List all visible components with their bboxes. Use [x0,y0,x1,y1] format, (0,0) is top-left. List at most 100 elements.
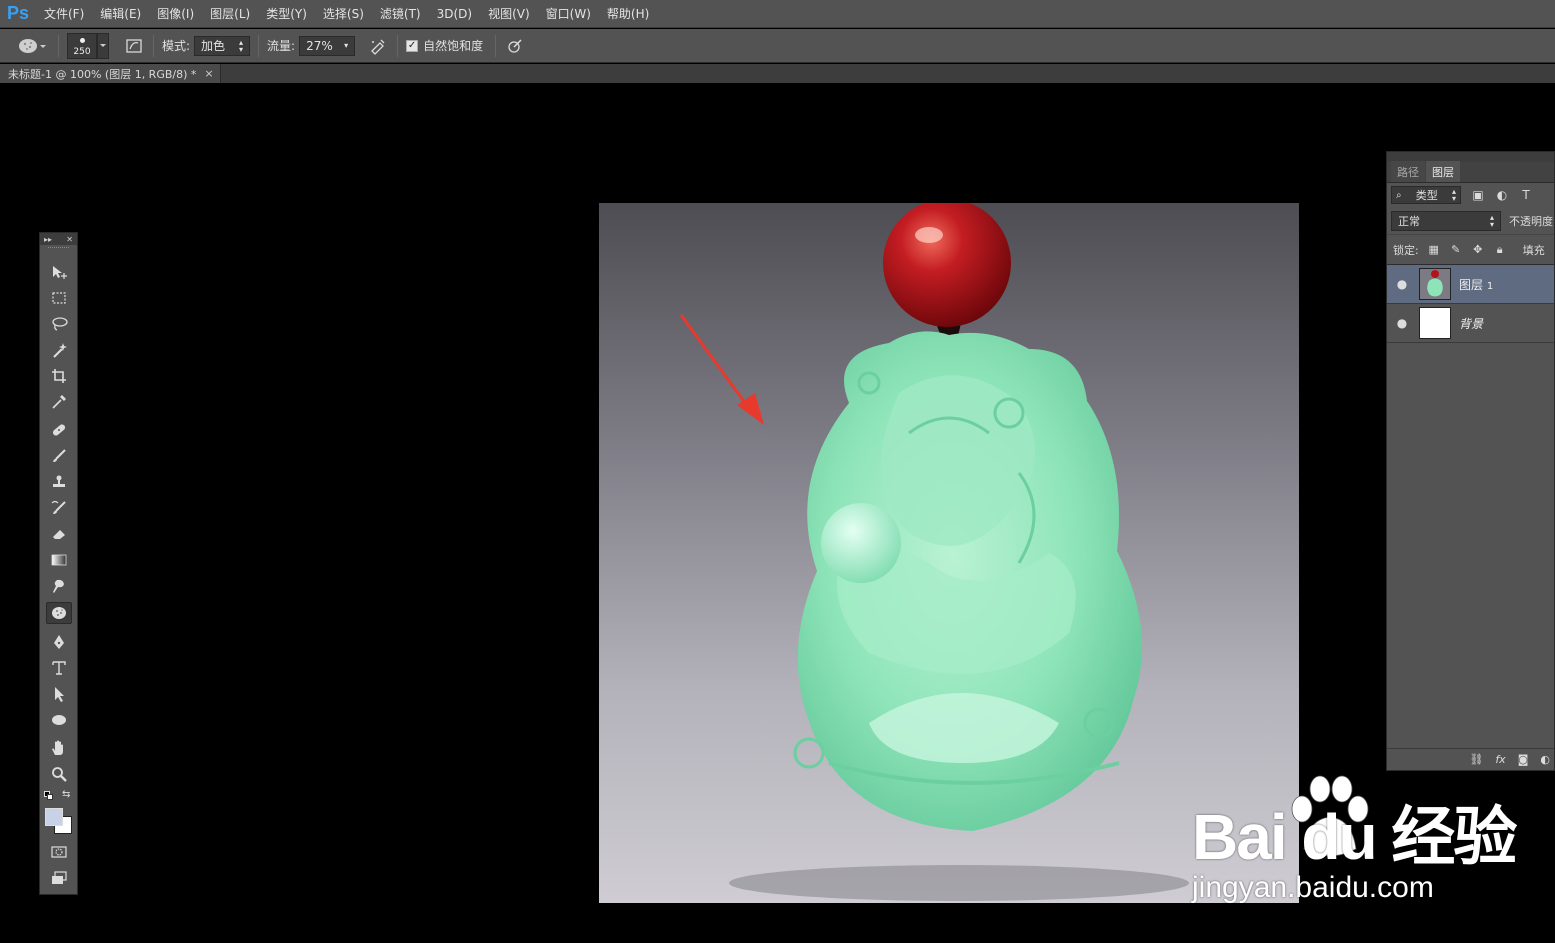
jade-thumbnail-image [1420,269,1450,299]
move-tool[interactable] [46,261,72,283]
pressure-toggle[interactable] [504,35,526,57]
eraser-tool[interactable] [46,523,72,545]
watermark-url: jingyan.baidu.com [1192,871,1434,904]
clone-stamp-tool[interactable] [46,471,72,493]
image-filter-icon[interactable]: ▣ [1471,188,1485,202]
healing-brush-tool[interactable] [46,419,72,441]
sponge-icon [19,38,46,53]
lasso-icon [52,317,68,331]
sponge-tool[interactable] [46,602,72,624]
menu-layer[interactable]: 图层(L) [202,0,258,28]
layer-name: 背景 [1459,316,1484,331]
swap-colors-icon[interactable]: ⇆ [62,789,70,800]
airbrush-toggle[interactable] [367,35,389,57]
options-bar: 250 模式: 加色 ▴ ▾ 流量: 27% ▾ ✓ 自然饱和度 [0,29,1555,63]
eyedropper-tool[interactable] [46,391,72,413]
lock-row: 锁定: ▦ ✎ ✥ 🔒︎ 填充 [1387,235,1554,265]
blend-mode-select[interactable]: 正常 ▴ ▾ [1391,210,1501,231]
eye-icon[interactable]: ● [1387,277,1417,291]
bandage-icon [52,424,66,436]
close-icon[interactable]: ✕ [66,235,73,244]
menu-edit[interactable]: 编辑(E) [92,0,149,28]
brush-tool[interactable] [46,445,72,467]
path-selection-icon [55,687,64,702]
close-icon[interactable]: × [204,67,213,80]
lock-position-icon[interactable]: ✥ [1471,243,1485,256]
lasso-tool[interactable] [46,313,72,335]
gradient-icon [51,554,67,566]
chevron-down-icon: ▾ [344,41,349,50]
layer-row[interactable]: ● 图层 1 [1387,265,1554,304]
panel-grip[interactable] [48,247,69,253]
brush-panel-toggle[interactable] [123,35,145,57]
menu-image[interactable]: 图像(I) [149,0,202,28]
flow-label: 流量: [267,39,296,53]
layer-row[interactable]: ● 背景 [1387,304,1554,343]
separator [153,34,154,57]
layer-style-button[interactable]: fx [1495,753,1505,766]
document-tab[interactable]: 未标题-1 @ 100% (图层 1, RGB/8) * × [0,64,221,83]
updown-arrows-icon: ▴ ▾ [239,37,244,54]
magic-wand-tool[interactable] [46,339,72,361]
menu-filter[interactable]: 滤镜(T) [372,0,429,28]
lock-all-icon[interactable]: 🔒︎ [1493,243,1507,257]
zoom-tool[interactable] [46,763,72,785]
zoom-icon [52,767,67,782]
menu-window[interactable]: 窗口(W) [538,0,599,28]
tools-panel-header[interactable]: ▸▸ ✕ [40,233,77,245]
vibrance-checkbox[interactable]: ✓ [406,39,419,52]
tool-preset-picker[interactable] [14,35,50,57]
add-mask-icon[interactable]: ◙ [1518,753,1529,766]
layer-filter-value: 类型 [1415,189,1438,202]
menu-file[interactable]: 文件(F) [36,0,92,28]
path-selection-tool[interactable] [46,683,72,705]
menu-select[interactable]: 选择(S) [315,0,372,28]
menu-help[interactable]: 帮助(H) [599,0,657,28]
lock-transparency-icon[interactable]: ▦ [1427,243,1441,256]
brush-picker-arrow[interactable] [97,32,109,59]
menu-3d[interactable]: 3D(D) [429,0,480,28]
eyedropper-icon [52,395,66,409]
marquee-tool[interactable] [46,287,72,309]
brush-picker[interactable]: 250 [67,32,97,59]
type-filter-icon[interactable]: T [1519,188,1533,202]
menu-view[interactable]: 视图(V) [480,0,538,28]
adjustment-layer-icon[interactable]: ◐ [1540,753,1550,766]
eraser-icon [53,530,65,539]
layer-name: 图层 1 [1459,277,1494,292]
hand-tool[interactable] [46,737,72,759]
pen-tool[interactable] [46,631,72,653]
default-colors-icon[interactable] [44,791,54,801]
eye-icon[interactable]: ● [1387,316,1417,330]
type-tool[interactable] [46,657,72,679]
watermark-logo-text: Bai du 经验 [1192,801,1517,873]
crop-tool[interactable] [46,365,72,387]
adjustment-filter-icon[interactable]: ◐ [1495,188,1509,202]
layer-filter-row: ⌕ 类型 ▴ ▾ ▣ ◐ T [1387,183,1554,207]
gradient-tool[interactable] [46,549,72,571]
tab-layers[interactable]: 图层 [1426,161,1460,182]
layer-filter-select[interactable]: ⌕ 类型 ▴ ▾ [1391,186,1461,204]
lock-pixels-icon[interactable]: ✎ [1449,243,1463,256]
tab-paths[interactable]: 路径 [1391,161,1425,182]
fill-label: 填充 [1522,243,1545,257]
history-brush-tool[interactable] [46,497,72,519]
opacity-label: 不透明度 [1509,214,1553,228]
ellipse-tool[interactable] [46,709,72,731]
screen-mode-toggle[interactable] [46,867,72,889]
sponge-icon [52,607,66,619]
flow-input[interactable]: 27% ▾ [299,35,356,56]
smudge-tool[interactable] [46,575,72,597]
collapse-icon[interactable]: ▸▸ [44,235,52,244]
menu-type[interactable]: 类型(Y) [258,0,315,28]
document-tab-bar: 未标题-1 @ 100% (图层 1, RGB/8) * × [0,64,1555,83]
layers-panel: 路径 图层 ⌕ 类型 ▴ ▾ ▣ ◐ T 正常 ▴ ▾ 不透明度 锁定: ▦ ✎ ✥… [1386,151,1555,771]
quick-mask-toggle[interactable] [46,841,72,863]
mode-select[interactable]: 加色 ▴ ▾ [194,35,251,56]
history-brush-icon [51,500,66,514]
foreground-color-swatch[interactable] [45,808,63,826]
document-title: 未标题-1 @ 100% (图层 1, RGB/8) * [8,67,197,81]
rectangular-marquee-icon [52,292,66,304]
link-layers-icon[interactable]: ⛓ [1469,753,1483,766]
brush-size-value: 250 [73,46,91,57]
